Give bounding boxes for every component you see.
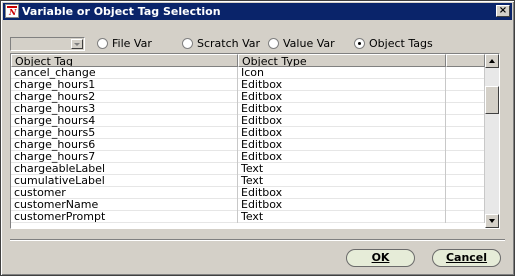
ok-button[interactable]: OK xyxy=(346,249,415,267)
column-header-object-type[interactable]: Object Type xyxy=(238,54,446,67)
scroll-up-icon[interactable] xyxy=(485,54,499,68)
cell-extra xyxy=(446,115,485,127)
cell-extra xyxy=(446,91,485,103)
table-row[interactable]: charge_hours6 Editbox xyxy=(11,139,485,151)
cell-object-tag: cancel_change xyxy=(11,67,238,79)
cell-extra xyxy=(446,127,485,139)
radio-dot xyxy=(97,38,108,49)
cell-object-type: Text xyxy=(238,163,446,175)
title-bar[interactable]: N Variable or Object Tag Selection × xyxy=(3,3,512,20)
divider xyxy=(10,239,505,241)
cell-object-tag: charge_hours4 xyxy=(11,115,238,127)
cell-object-type: Editbox xyxy=(238,103,446,115)
table-row[interactable]: charge_hours2 Editbox xyxy=(11,91,485,103)
table-row[interactable]: charge_hours1 Editbox xyxy=(11,79,485,91)
cell-extra xyxy=(446,199,485,211)
radio-dot xyxy=(182,38,193,49)
cell-object-type: Editbox xyxy=(238,127,446,139)
cell-object-type: Editbox xyxy=(238,187,446,199)
table-row[interactable]: chargeableLabel Text xyxy=(11,163,485,175)
cell-extra xyxy=(446,175,485,187)
table-row[interactable]: charge_hours4 Editbox xyxy=(11,115,485,127)
variable-filter-combo[interactable] xyxy=(10,37,85,51)
cell-object-tag: customerPrompt xyxy=(11,211,238,223)
close-icon[interactable]: × xyxy=(496,5,510,17)
radio-dot-selected xyxy=(354,38,365,49)
scroll-down-icon[interactable] xyxy=(485,214,499,228)
cell-extra xyxy=(446,151,485,163)
table-header: Object Tag Object Type xyxy=(11,54,485,67)
table-row[interactable]: customerPrompt Text xyxy=(11,211,485,223)
radio-label: Value Var xyxy=(283,37,335,50)
radio-label: File Var xyxy=(112,37,152,50)
cell-object-tag: chargeableLabel xyxy=(11,163,238,175)
table-row[interactable]: cumulativeLabel Text xyxy=(11,175,485,187)
cell-object-tag: customerName xyxy=(11,199,238,211)
table-row[interactable]: customer Editbox xyxy=(11,187,485,199)
cell-object-tag: charge_hours1 xyxy=(11,79,238,91)
column-header-object-tag[interactable]: Object Tag xyxy=(11,54,238,67)
cell-object-tag: charge_hours5 xyxy=(11,127,238,139)
cell-extra xyxy=(446,103,485,115)
cell-object-tag: charge_hours2 xyxy=(11,91,238,103)
cell-extra xyxy=(446,139,485,151)
cell-object-type: Editbox xyxy=(238,139,446,151)
vertical-scrollbar[interactable] xyxy=(485,54,499,228)
cell-object-type: Editbox xyxy=(238,151,446,163)
table-row[interactable]: charge_hours3 Editbox xyxy=(11,103,485,115)
cell-extra xyxy=(446,79,485,91)
dialog-window: N Variable or Object Tag Selection × Fil… xyxy=(0,0,515,276)
table-body: cancel_change Icon charge_hours1 Editbox cha… xyxy=(11,67,485,228)
column-header-extra[interactable] xyxy=(446,54,485,67)
table-row[interactable]: charge_hours7 Editbox xyxy=(11,151,485,163)
table-row[interactable]: customerName Editbox xyxy=(11,199,485,211)
cell-extra xyxy=(446,211,485,223)
scroll-thumb[interactable] xyxy=(485,86,499,114)
cell-object-tag: customer xyxy=(11,187,238,199)
window-title: Variable or Object Tag Selection xyxy=(22,5,221,18)
cancel-button[interactable]: Cancel xyxy=(432,249,501,267)
cell-object-type: Editbox xyxy=(238,91,446,103)
table-row[interactable]: cancel_change Icon xyxy=(11,67,485,79)
cell-object-type: Text xyxy=(238,211,446,223)
cell-object-tag: charge_hours6 xyxy=(11,139,238,151)
cell-extra xyxy=(446,67,485,79)
cell-extra xyxy=(446,163,485,175)
radio-label: Scratch Var xyxy=(197,37,261,50)
combo-arrow-icon[interactable] xyxy=(71,39,83,49)
cell-extra xyxy=(446,187,485,199)
radio-dot xyxy=(268,38,279,49)
cell-object-type: Text xyxy=(238,175,446,187)
cell-object-tag: cumulativeLabel xyxy=(11,175,238,187)
table-row[interactable]: charge_hours5 Editbox xyxy=(11,127,485,139)
app-icon: N xyxy=(5,4,19,18)
cell-object-type: Icon xyxy=(238,67,446,79)
object-tag-table[interactable]: Object Tag Object Type cancel_change Icon… xyxy=(10,53,500,229)
cell-object-type: Editbox xyxy=(238,115,446,127)
cell-object-tag: charge_hours3 xyxy=(11,103,238,115)
cell-object-type: Editbox xyxy=(238,79,446,91)
cell-object-type: Editbox xyxy=(238,199,446,211)
cell-object-tag: charge_hours7 xyxy=(11,151,238,163)
radio-label: Object Tags xyxy=(369,37,433,50)
